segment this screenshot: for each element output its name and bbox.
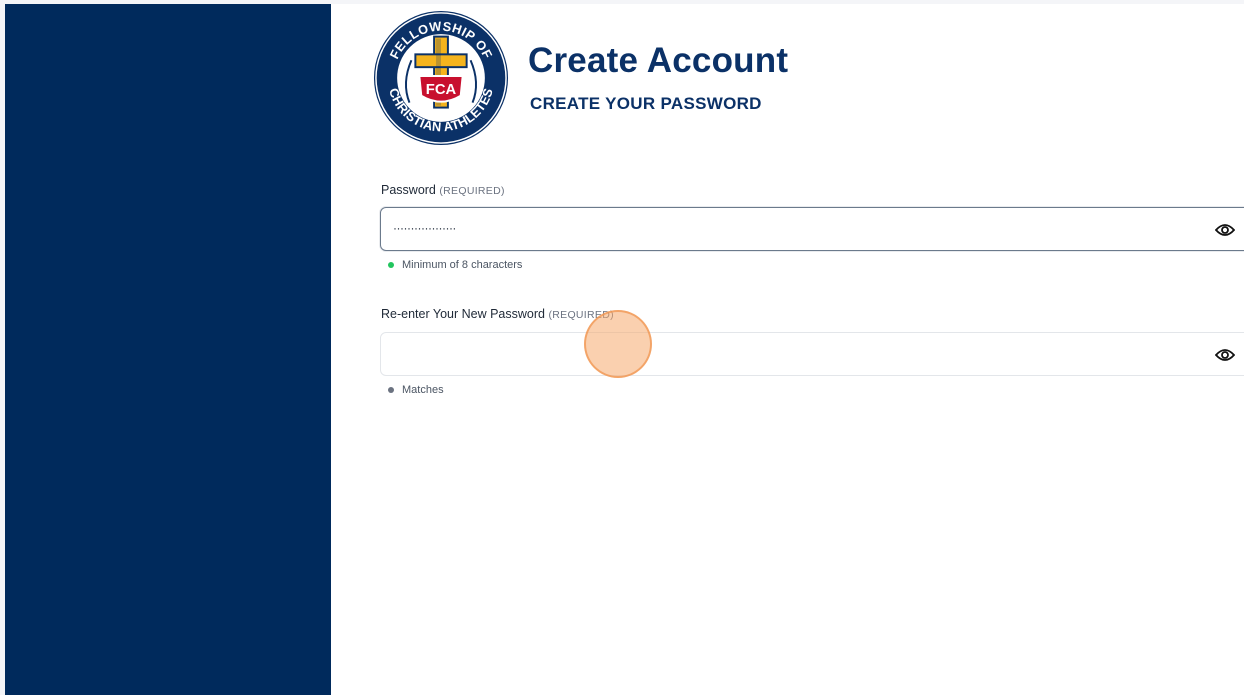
password-input-value: ·················· [393, 221, 456, 235]
password-input[interactable]: ·················· [380, 207, 1244, 251]
logo-shield-text: FCA [426, 82, 457, 98]
password-label-text: Password [381, 183, 436, 197]
password-required-tag: (REQUIRED) [439, 185, 505, 197]
password-match-hint: Matches [388, 384, 444, 396]
eye-icon[interactable] [1212, 219, 1238, 241]
password-match-hint-text: Matches [402, 384, 444, 396]
eye-icon[interactable] [1212, 344, 1238, 366]
hint-status-dot [388, 387, 394, 393]
page-title: Create Account [528, 41, 789, 80]
confirm-password-label: Re-enter Your New Password (REQUIRED) [381, 307, 614, 321]
confirm-password-label-text: Re-enter Your New Password [381, 307, 545, 321]
password-length-hint-text: Minimum of 8 characters [402, 259, 523, 271]
hint-status-dot [388, 262, 394, 268]
create-account-panel: FELLOWSHIP OF CHRISTIAN ATHLETES FCA Cre… [331, 4, 1244, 695]
sidebar-panel [5, 4, 331, 695]
app-window: FELLOWSHIP OF CHRISTIAN ATHLETES FCA Cre… [0, 0, 1244, 695]
password-label: Password (REQUIRED) [381, 183, 505, 197]
confirm-password-required-tag: (REQUIRED) [548, 309, 614, 321]
fca-logo: FELLOWSHIP OF CHRISTIAN ATHLETES FCA [373, 10, 509, 146]
password-length-hint: Minimum of 8 characters [388, 259, 522, 271]
page-subtitle: CREATE YOUR PASSWORD [530, 94, 762, 113]
confirm-password-input[interactable] [380, 332, 1244, 376]
